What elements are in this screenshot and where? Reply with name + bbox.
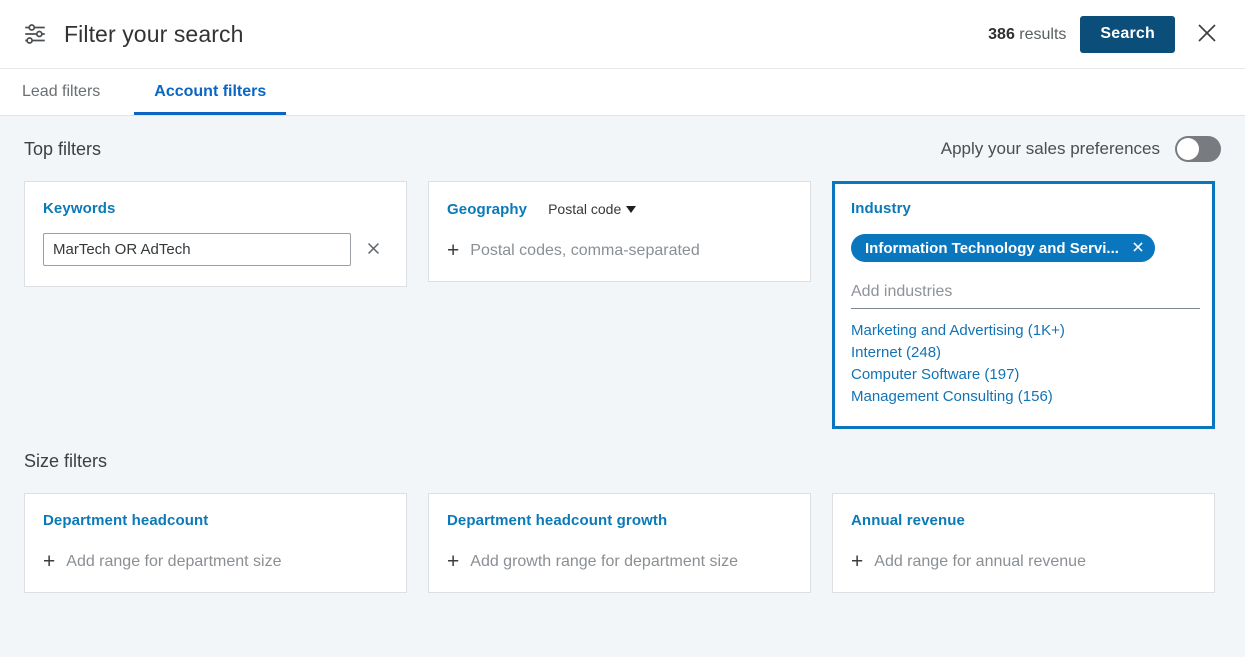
keywords-input-row (43, 233, 388, 266)
header-left-group: Filter your search (0, 21, 243, 48)
results-number: 386 (988, 25, 1015, 43)
header-right-group: 386 results Search (988, 0, 1227, 69)
plus-icon: + (447, 239, 460, 262)
size-filters-header: Size filters (0, 429, 1245, 493)
department-headcount-growth-card: Department headcount growth + Add growth… (428, 493, 811, 593)
plus-icon: + (851, 550, 864, 573)
close-button[interactable] (1187, 15, 1227, 55)
keywords-filter-card: Keywords (24, 181, 407, 287)
industry-chip-remove-button[interactable] (1129, 239, 1147, 257)
size-filters-grid: Department headcount + Add range for dep… (0, 493, 1245, 593)
keywords-input[interactable] (43, 233, 351, 266)
tab-lead-filters[interactable]: Lead filters (22, 69, 134, 115)
department-headcount-label: Department headcount (43, 512, 209, 529)
geography-add-row[interactable]: + Postal codes, comma-separated (447, 240, 792, 261)
industry-suggestion-item[interactable]: Marketing and Advertising (1K+) (851, 320, 1196, 342)
department-headcount-growth-add-text: Add growth range for department size (470, 552, 738, 570)
keywords-clear-button[interactable] (358, 235, 388, 265)
close-icon (1131, 240, 1145, 257)
close-icon (365, 240, 382, 260)
geography-add-placeholder: Postal codes, comma-separated (470, 241, 700, 259)
geography-filter-card: Geography Postal code + Postal codes, co… (428, 181, 811, 282)
geography-type-value: Postal code (548, 201, 622, 217)
search-button[interactable]: Search (1080, 16, 1175, 53)
department-headcount-card: Department headcount + Add range for dep… (24, 493, 407, 593)
tab-account-filters[interactable]: Account filters (134, 69, 287, 115)
close-icon (1195, 21, 1219, 48)
industry-suggestion-item[interactable]: Management Consulting (156) (851, 386, 1196, 408)
sales-preferences-label: Apply your sales preferences (940, 139, 1160, 158)
geography-label: Geography (447, 201, 528, 218)
department-headcount-growth-label: Department headcount growth (447, 512, 668, 529)
toggle-knob (1177, 138, 1199, 160)
sales-preferences-group: Apply your sales preferences (941, 136, 1221, 162)
department-headcount-add-text: Add range for department size (66, 552, 282, 570)
geography-type-dropdown[interactable]: Postal code (542, 200, 642, 218)
results-label: results (1019, 25, 1067, 43)
keywords-label: Keywords (43, 200, 116, 217)
industry-selected-chip: Information Technology and Servi... (851, 234, 1155, 262)
top-filters-header: Top filters Apply your sales preferences (0, 117, 1245, 181)
department-headcount-add-row[interactable]: + Add range for department size (43, 551, 388, 572)
results-count: 386 results (988, 26, 1066, 44)
sales-preferences-toggle[interactable] (1175, 136, 1221, 162)
filters-body: Top filters Apply your sales preferences… (0, 117, 1245, 657)
industry-label: Industry (851, 200, 911, 217)
annual-revenue-add-row[interactable]: + Add range for annual revenue (851, 551, 1196, 572)
industry-suggestions-list: Marketing and Advertising (1K+) Internet… (851, 320, 1196, 408)
sliders-icon (22, 21, 48, 47)
plus-icon: + (43, 550, 56, 573)
page-title: Filter your search (64, 20, 244, 47)
industry-search-input[interactable] (851, 279, 1200, 309)
chevron-down-icon (626, 205, 637, 213)
filter-tabs: Lead filters Account filters (0, 69, 1245, 116)
panel-header: Filter your search 386 results Search (0, 0, 1245, 69)
size-filters-title: Size filters (24, 450, 108, 471)
industry-chip-label: Information Technology and Servi... (865, 239, 1119, 257)
geography-header: Geography Postal code (447, 200, 792, 218)
annual-revenue-card: Annual revenue + Add range for annual re… (832, 493, 1215, 593)
industry-suggestion-item[interactable]: Computer Software (197) (851, 364, 1196, 386)
plus-icon: + (447, 550, 460, 573)
filter-search-panel: Filter your search 386 results Search Le… (0, 0, 1245, 657)
annual-revenue-add-text: Add range for annual revenue (874, 552, 1086, 570)
department-headcount-growth-add-row[interactable]: + Add growth range for department size (447, 551, 792, 572)
top-filters-title: Top filters (24, 138, 102, 159)
annual-revenue-label: Annual revenue (851, 512, 965, 529)
industry-suggestion-item[interactable]: Internet (248) (851, 342, 1196, 364)
top-filters-grid: Keywords Geography (0, 181, 1245, 429)
industry-filter-card: Industry Information Technology and Serv… (832, 181, 1215, 429)
